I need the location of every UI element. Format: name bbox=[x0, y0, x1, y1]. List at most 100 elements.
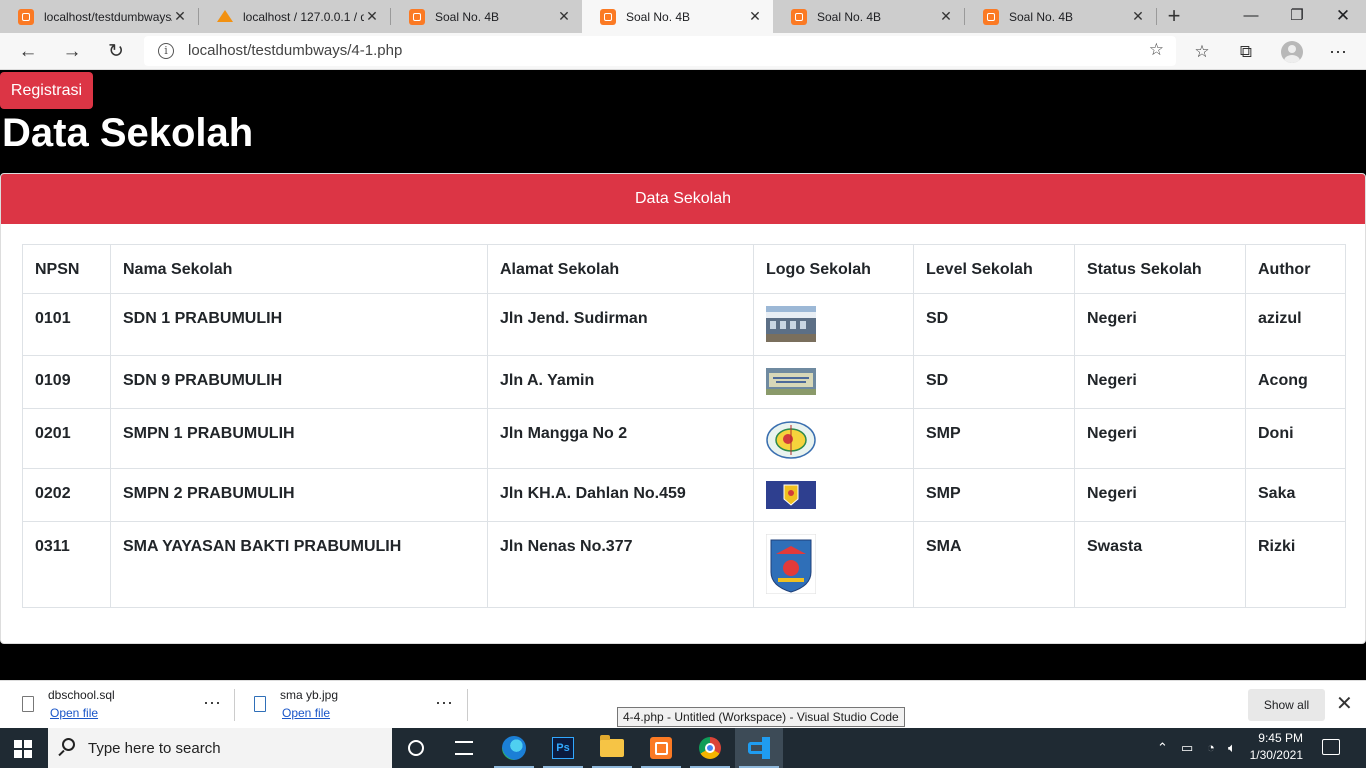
more-options-icon[interactable]: ⋯ bbox=[435, 693, 454, 714]
cell-nama: SMA YAYASAN BAKTI PRABUMULIH bbox=[110, 521, 488, 608]
school-logo-image bbox=[766, 306, 816, 342]
cell-status: Swasta bbox=[1074, 521, 1246, 608]
search-icon bbox=[62, 738, 75, 751]
photoshop-icon[interactable]: Ps bbox=[539, 728, 587, 768]
cell-nama: SMPN 2 PRABUMULIH bbox=[110, 468, 488, 522]
cell-status: Negeri bbox=[1074, 468, 1246, 522]
cell-alamat: Jln KH.A. Dahlan No.459 bbox=[487, 468, 754, 522]
cell-logo bbox=[753, 355, 914, 409]
close-icon[interactable]: ✕ bbox=[172, 8, 188, 25]
show-all-button[interactable]: Show all bbox=[1248, 689, 1325, 721]
cell-npsn: 0202 bbox=[22, 468, 111, 522]
open-file-link[interactable]: Open file bbox=[282, 706, 330, 720]
more-menu-icon[interactable]: ⋯ bbox=[1324, 38, 1352, 66]
school-logo-image bbox=[766, 368, 816, 395]
battery-icon[interactable]: ▭ bbox=[1181, 728, 1193, 768]
cell-npsn: 0109 bbox=[22, 355, 111, 409]
tab-soal-4b-active[interactable]: Soal No. 4B ✕ bbox=[582, 0, 773, 33]
col-logo: Logo Sekolah bbox=[753, 244, 914, 294]
window-close-icon[interactable]: ✕ bbox=[1320, 0, 1366, 33]
xampp-icon[interactable] bbox=[637, 728, 685, 768]
notification-icon[interactable] bbox=[1322, 739, 1340, 755]
cell-author: Acong bbox=[1245, 355, 1346, 409]
close-icon[interactable]: ✕ bbox=[556, 8, 572, 25]
forward-icon[interactable]: → bbox=[58, 38, 86, 66]
cell-level: SMA bbox=[913, 521, 1075, 608]
edge-icon[interactable] bbox=[490, 728, 538, 768]
file-icon bbox=[22, 696, 34, 712]
taskbar-search[interactable]: Type here to search bbox=[48, 728, 392, 768]
chevron-up-icon[interactable]: ⌃ bbox=[1157, 728, 1168, 768]
chrome-icon[interactable] bbox=[686, 728, 734, 768]
tab-phpmyadmin[interactable]: localhost / 127.0.0.1 / d ✕ bbox=[199, 0, 390, 33]
cell-author: azizul bbox=[1245, 293, 1346, 356]
tab-soal-4b-1[interactable]: Soal No. 4B ✕ bbox=[391, 0, 582, 33]
close-icon[interactable]: ✕ bbox=[364, 8, 380, 25]
card-header: Data Sekolah bbox=[1, 174, 1365, 224]
close-icon[interactable]: ✕ bbox=[747, 8, 763, 25]
volume-icon[interactable]: 🔈︎ bbox=[1228, 728, 1236, 768]
tab-soal-4b-4[interactable]: Soal No. 4B ✕ bbox=[965, 0, 1156, 33]
cell-logo bbox=[753, 293, 914, 356]
cell-level: SD bbox=[913, 293, 1075, 356]
col-status: Status Sekolah bbox=[1074, 244, 1246, 294]
tab-title: localhost/testdumbways/ bbox=[44, 9, 172, 24]
col-npsn: NPSN bbox=[22, 244, 111, 294]
page-title: Data Sekolah bbox=[2, 111, 254, 155]
col-alamat: Alamat Sekolah bbox=[487, 244, 754, 294]
cell-alamat: Jln Mangga No 2 bbox=[487, 408, 754, 469]
collections-icon[interactable]: ⧉ bbox=[1232, 38, 1260, 66]
clock-date: 1/30/2021 bbox=[1249, 748, 1303, 762]
close-download-bar-icon[interactable]: ✕ bbox=[1336, 691, 1353, 716]
cell-author: Saka bbox=[1245, 468, 1346, 522]
wifi-icon[interactable]: ◔ bbox=[1207, 728, 1215, 768]
download-item[interactable]: dbschool.sql Open file ⋯ bbox=[0, 681, 232, 729]
vscode-icon[interactable] bbox=[735, 728, 783, 768]
taskbar-tooltip: 4-4.php - Untitled (Workspace) - Visual … bbox=[617, 707, 905, 727]
cell-logo bbox=[753, 408, 914, 469]
close-icon[interactable]: ✕ bbox=[938, 8, 954, 25]
minimize-icon[interactable]: — bbox=[1228, 0, 1274, 33]
tab-title: Soal No. 4B bbox=[1009, 9, 1074, 24]
site-info-icon[interactable]: i bbox=[158, 43, 174, 59]
school-table: NPSN Nama Sekolah Alamat Sekolah Logo Se… bbox=[22, 244, 1346, 608]
profile-avatar[interactable] bbox=[1281, 41, 1303, 63]
clock[interactable]: 9:45 PM 1/30/2021 bbox=[1249, 730, 1303, 764]
registrasi-button[interactable]: Registrasi bbox=[0, 72, 93, 109]
close-icon[interactable]: ✕ bbox=[1130, 8, 1146, 25]
download-filename: sma yb.jpg bbox=[280, 688, 339, 702]
address-bar[interactable]: i localhost/testdumbways/4-1.php ☆ bbox=[144, 36, 1176, 66]
file-explorer-icon[interactable] bbox=[588, 728, 636, 768]
windows-start-icon[interactable] bbox=[14, 740, 32, 758]
favorites-icon[interactable]: ☆ bbox=[1188, 38, 1216, 66]
tab-localhost-testdumbways[interactable]: localhost/testdumbways/ ✕ bbox=[0, 0, 198, 33]
phpmyadmin-icon bbox=[217, 9, 233, 25]
tab-title: Soal No. 4B bbox=[435, 9, 500, 24]
new-tab-icon[interactable]: + bbox=[1162, 4, 1186, 28]
col-author: Author bbox=[1245, 244, 1346, 294]
cell-logo bbox=[753, 521, 914, 608]
reload-icon[interactable]: ↻ bbox=[102, 38, 130, 66]
clock-time: 9:45 PM bbox=[1258, 731, 1303, 745]
table-row: 0311 SMA YAYASAN BAKTI PRABUMULIH Jln Ne… bbox=[22, 521, 1346, 608]
table-row: 0109 SDN 9 PRABUMULIH Jln A. Yamin SD Ne… bbox=[22, 355, 1346, 409]
restore-icon[interactable]: ❐ bbox=[1274, 0, 1320, 33]
cell-author: Rizki bbox=[1245, 521, 1346, 608]
cortana-icon[interactable] bbox=[392, 728, 440, 768]
tab-soal-4b-3[interactable]: Soal No. 4B ✕ bbox=[773, 0, 964, 33]
more-options-icon[interactable]: ⋯ bbox=[203, 693, 222, 714]
xampp-icon bbox=[600, 8, 616, 25]
task-view-icon[interactable] bbox=[440, 728, 488, 768]
tab-strip: localhost/testdumbways/ ✕ localhost / 12… bbox=[0, 0, 1366, 33]
table-row: 0201 SMPN 1 PRABUMULIH Jln Mangga No 2 S… bbox=[22, 408, 1346, 469]
back-icon[interactable]: ← bbox=[14, 38, 42, 66]
search-placeholder: Type here to search bbox=[88, 740, 221, 757]
add-favorite-icon[interactable]: ☆ bbox=[1149, 40, 1164, 60]
taskbar: Type here to search Ps ⌃ ▭ ◔ 🔈︎ 9:45 PM … bbox=[0, 728, 1366, 768]
open-file-link[interactable]: Open file bbox=[50, 706, 98, 720]
data-card: Data Sekolah NPSN Nama Sekolah Alamat Se… bbox=[0, 173, 1366, 644]
browser-toolbar: ← → ↻ i localhost/testdumbways/4-1.php ☆… bbox=[0, 33, 1366, 70]
cell-nama: SDN 9 PRABUMULIH bbox=[110, 355, 488, 409]
download-item[interactable]: sma yb.jpg Open file ⋯ bbox=[236, 681, 466, 729]
url-text[interactable]: localhost/testdumbways/4-1.php bbox=[188, 42, 402, 59]
